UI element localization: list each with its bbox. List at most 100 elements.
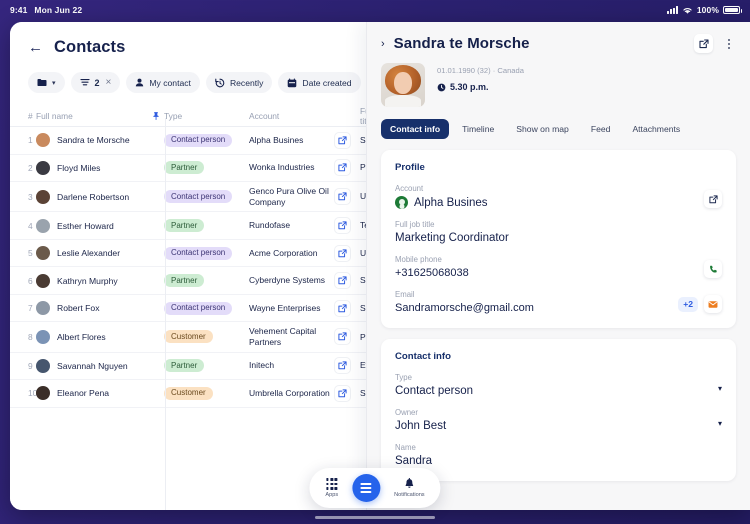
row-open-button[interactable] (334, 385, 351, 402)
field-job-title: Full job title Marketing Coordinator (395, 220, 722, 244)
row-account: Initech (249, 360, 334, 371)
folder-chip[interactable]: ▾ (28, 72, 65, 93)
tab-contact-info[interactable]: Contact info (381, 119, 449, 139)
close-icon[interactable]: × (106, 77, 112, 88)
tab-attachments[interactable]: Attachments (623, 119, 689, 139)
row-open-button[interactable] (334, 132, 351, 149)
table-row[interactable]: 4Esther HowardPartnerRundofaseTeam Lead (10, 212, 366, 240)
account-open-button[interactable] (704, 190, 722, 208)
table-row[interactable]: 5Leslie AlexanderContact personAcme Corp… (10, 240, 366, 268)
contacts-table: # Full name Type Account Full job title … (10, 105, 366, 408)
row-fullname-label: Leslie Alexander (57, 248, 120, 258)
chevron-right-icon[interactable]: › (381, 38, 385, 50)
row-open-cell (334, 357, 360, 374)
row-open-button[interactable] (334, 245, 351, 262)
column-header-fullname-label: Full name (36, 111, 73, 121)
status-time: 9:41 (10, 5, 27, 15)
recently-chip[interactable]: Recently (206, 72, 272, 93)
row-account: Genco Pura Olive Oil Company (249, 186, 334, 207)
contact-info-card-title: Contact info (395, 351, 722, 362)
table-body: 1Sandra te MorscheContact personAlpha Bu… (10, 127, 366, 408)
avatar (36, 219, 50, 233)
column-header-num[interactable]: # (10, 111, 36, 121)
row-index: 10 (10, 388, 36, 398)
row-fullname-label: Sandra te Morsche (57, 135, 130, 145)
row-fullname[interactable]: Kathryn Murphy (36, 274, 164, 288)
row-index: 2 (10, 163, 36, 173)
field-name-label: Name (395, 443, 722, 452)
send-email-button[interactable] (704, 295, 722, 313)
column-header-fullname[interactable]: Full name (36, 111, 164, 121)
table-row[interactable]: 6Kathryn MurphyPartnerCyberdyne SystemsS… (10, 267, 366, 295)
row-open-button[interactable] (334, 357, 351, 374)
dock-apps-button[interactable]: Apps (325, 478, 338, 497)
tab-show-on-map[interactable]: Show on map (507, 119, 578, 139)
row-type: Contact person (164, 302, 249, 315)
field-name-value[interactable]: Sandra (395, 455, 722, 467)
row-open-cell (334, 328, 360, 345)
table-row[interactable]: 3Darlene RobertsonContact personGenco Pu… (10, 182, 366, 212)
dock-notifications-button[interactable]: Notifications (394, 478, 424, 498)
pin-icon[interactable] (152, 111, 160, 120)
back-arrow-icon[interactable]: ← (28, 40, 42, 55)
open-external-button[interactable] (694, 34, 713, 53)
row-open-button[interactable] (334, 328, 351, 345)
phone-icon (709, 265, 718, 274)
row-open-button[interactable] (334, 159, 351, 176)
column-header-account[interactable]: Account (249, 111, 334, 121)
row-fullname[interactable]: Albert Flores (36, 330, 164, 344)
row-fullname[interactable]: Eleanor Pena (36, 386, 164, 400)
status-badge: Partner (164, 219, 204, 232)
row-fullname[interactable]: Robert Fox (36, 301, 164, 315)
field-owner-value[interactable]: John Best (395, 420, 722, 432)
status-bar: 9:41 Mon Jun 22 100% (0, 0, 750, 20)
tab-timeline[interactable]: Timeline (453, 119, 503, 139)
external-link-icon (338, 192, 347, 201)
chevron-down-icon[interactable]: ▾ (718, 419, 722, 428)
profile-card-title: Profile (395, 162, 722, 173)
external-link-icon (338, 276, 347, 285)
email-more-badge[interactable]: +2 (678, 297, 698, 312)
row-fullname[interactable]: Esther Howard (36, 219, 164, 233)
row-type: Customer (164, 387, 249, 400)
call-button[interactable] (704, 260, 722, 278)
row-open-cell (334, 217, 360, 234)
row-fullname-label: Kathryn Murphy (57, 276, 118, 286)
status-badge: Customer (164, 330, 213, 343)
my-contact-chip[interactable]: My contact (126, 72, 200, 93)
row-open-button[interactable] (334, 217, 351, 234)
table-row[interactable]: 8Albert FloresCustomerVehement Capital P… (10, 322, 366, 352)
dock-menu-fab[interactable] (352, 474, 380, 502)
table-row[interactable]: 10Eleanor PenaCustomerUmbrella Corporati… (10, 380, 366, 408)
row-index: 7 (10, 303, 36, 313)
table-row[interactable]: 9Savannah NguyenPartnerInitechEthical Ha… (10, 353, 366, 381)
table-row[interactable]: 2Floyd MilesPartnerWonka IndustriesProdu… (10, 155, 366, 183)
table-row[interactable]: 7Robert FoxContact personWayne Enterpris… (10, 295, 366, 323)
row-fullname[interactable]: Savannah Nguyen (36, 359, 164, 373)
row-open-cell (334, 188, 360, 205)
column-header-type[interactable]: Type (164, 111, 249, 121)
row-open-button[interactable] (334, 300, 351, 317)
filter-chip[interactable]: 2 × (71, 72, 121, 93)
row-fullname[interactable]: Leslie Alexander (36, 246, 164, 260)
external-link-icon (338, 389, 347, 398)
field-account-value-row: Alpha Busines (395, 196, 722, 209)
row-index: 6 (10, 276, 36, 286)
kebab-menu-icon[interactable] (722, 39, 736, 49)
row-fullname[interactable]: Floyd Miles (36, 161, 164, 175)
table-row[interactable]: 1Sandra te MorscheContact personAlpha Bu… (10, 127, 366, 155)
row-fullname[interactable]: Darlene Robertson (36, 190, 164, 204)
chevron-down-icon: ▾ (52, 79, 56, 87)
date-created-chip[interactable]: Date created (278, 72, 360, 93)
row-open-button[interactable] (334, 188, 351, 205)
row-open-button[interactable] (334, 272, 351, 289)
external-link-icon (338, 361, 347, 370)
home-indicator (315, 516, 435, 519)
tab-feed[interactable]: Feed (582, 119, 620, 139)
avatar (36, 359, 50, 373)
row-fullname[interactable]: Sandra te Morsche (36, 133, 164, 147)
field-type-value[interactable]: Contact person (395, 385, 722, 397)
chevron-down-icon[interactable]: ▾ (718, 384, 722, 393)
date-created-chip-label: Date created (302, 78, 351, 88)
table-header-row: # Full name Type Account Full job title (10, 105, 366, 127)
